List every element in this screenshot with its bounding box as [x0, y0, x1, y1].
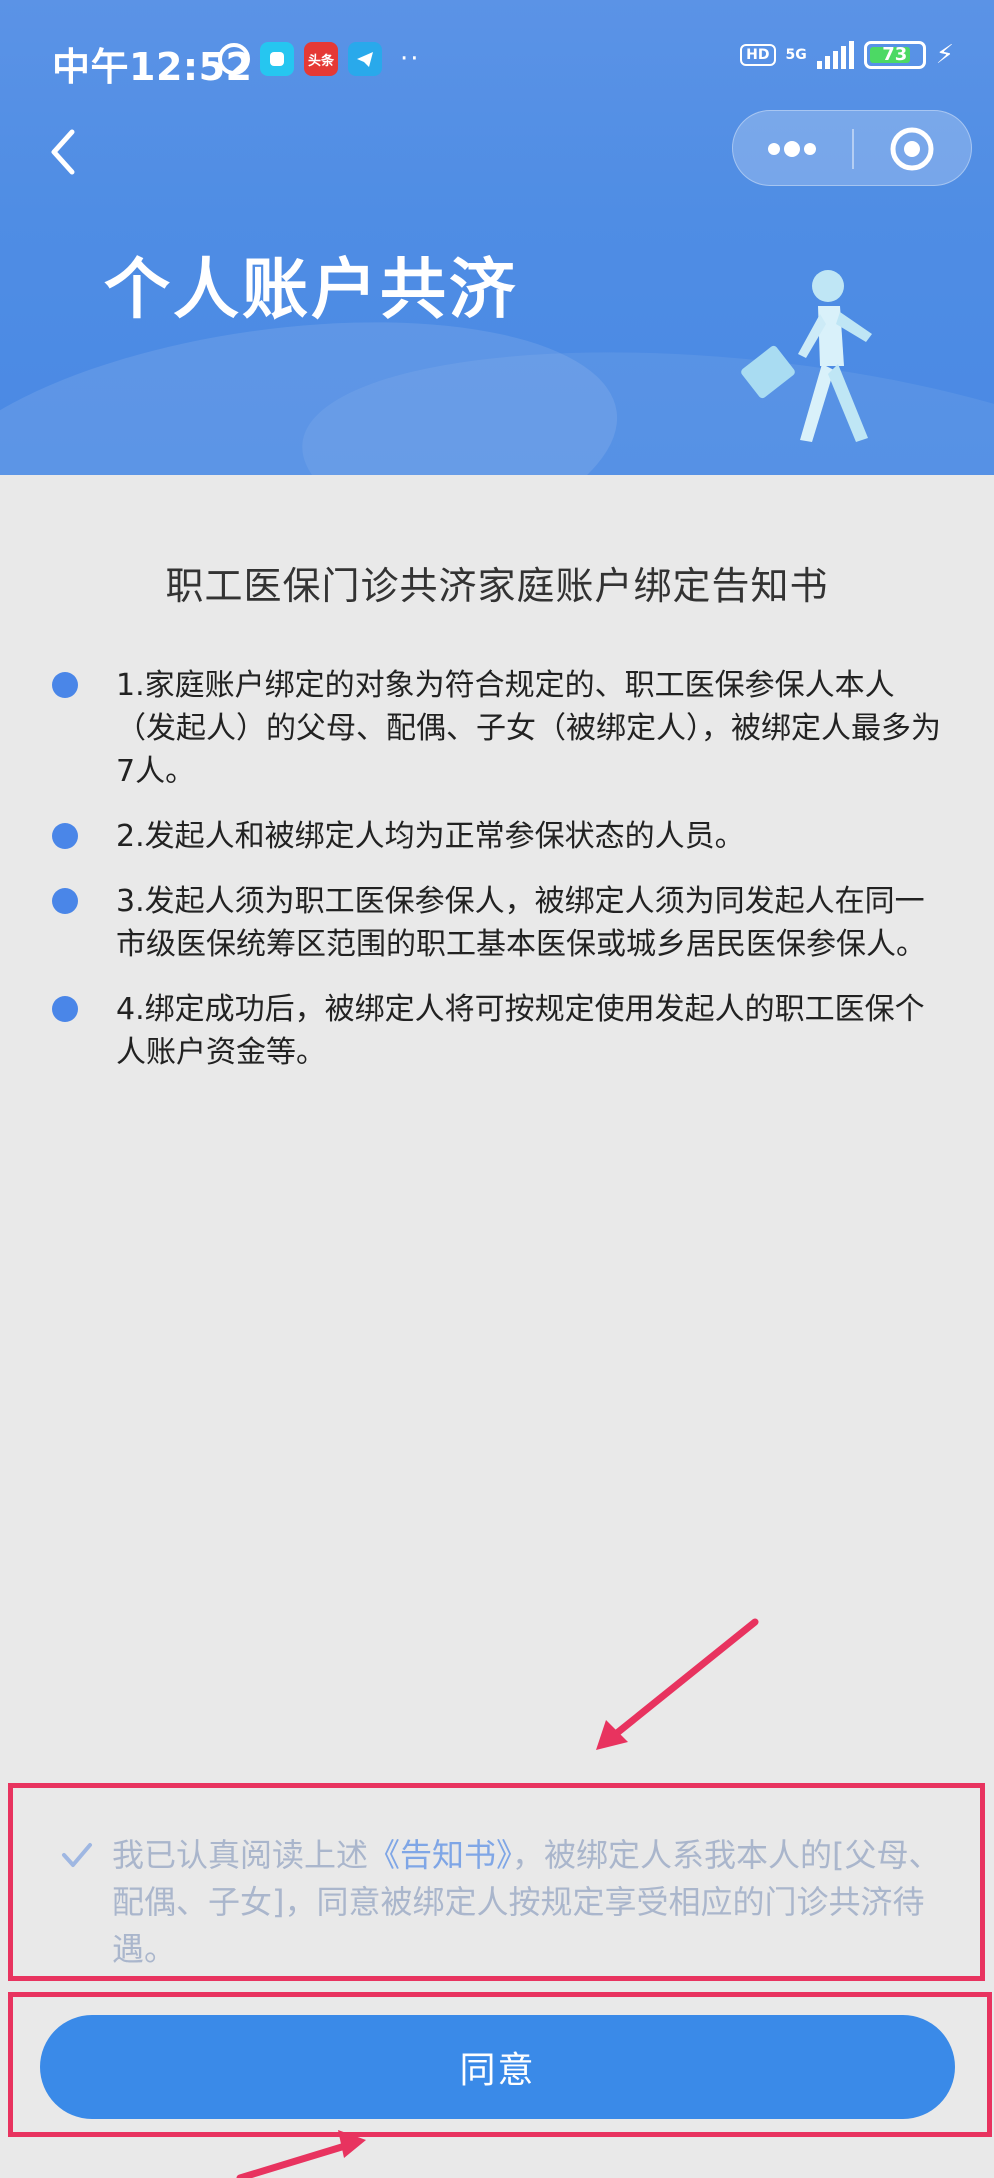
- hd-badge: HD: [740, 44, 776, 66]
- agreement-prefix: 我已认真阅读上述: [112, 1836, 369, 1874]
- check-icon[interactable]: [60, 1838, 94, 1872]
- annotation-arrow-icon: [236, 2130, 366, 2178]
- notice-item-text: 4.绑定成功后，被绑定人将可按规定使用发起人的职工医保个人账户资金等。: [116, 992, 925, 1070]
- bullet-icon: [52, 996, 78, 1022]
- telegram-icon: [348, 42, 382, 76]
- back-button[interactable]: [40, 122, 90, 182]
- mini-program-capsule: [732, 110, 972, 186]
- system-indicators: HD 5G 73 ⚡: [740, 40, 954, 70]
- notice-link[interactable]: 《告知书》: [368, 1836, 512, 1874]
- battery-level: 73: [882, 44, 908, 65]
- header-banner: 中午12:52 头条 ·· HD 5G 73 ⚡ 个人账户共济: [0, 0, 994, 475]
- agree-button[interactable]: 同意: [40, 2015, 955, 2119]
- bullet-icon: [52, 888, 78, 914]
- notification-icons: 头条 ··: [218, 38, 421, 80]
- chevron-left-icon: [51, 129, 75, 175]
- notice-list: 1.家庭账户绑定的对象为符合规定的、职工医保参保人本人（发起人）的父母、配偶、子…: [52, 664, 942, 1096]
- notice-item-text: 2.发起人和被绑定人均为正常参保状态的人员。: [116, 819, 745, 854]
- list-item: 2.发起人和被绑定人均为正常参保状态的人员。: [52, 815, 942, 858]
- network-type: 5G: [785, 47, 807, 63]
- target-close-icon: [890, 127, 934, 171]
- bullet-icon: [52, 672, 78, 698]
- more-notifications-icon: ··: [400, 44, 421, 74]
- bullet-icon: [52, 823, 78, 849]
- close-mini-program-button[interactable]: [855, 111, 973, 187]
- more-button[interactable]: [733, 111, 851, 187]
- signal-icon: [816, 41, 854, 69]
- list-item: 3.发起人须为职工医保参保人，被绑定人须为同发起人在同一市级医保统筹区范围的职工…: [52, 880, 942, 966]
- app-icon: [260, 42, 294, 76]
- annotation-arrow-icon: [596, 1618, 759, 1750]
- page-title: 个人账户共济: [104, 251, 518, 328]
- list-item: 1.家庭账户绑定的对象为符合规定的、职工医保参保人本人（发起人）的父母、配偶、子…: [52, 664, 942, 793]
- charging-icon: ⚡: [935, 40, 954, 70]
- status-bar: 中午12:52 头条 ·· HD 5G 73 ⚡: [0, 0, 994, 115]
- agreement-text: 我已认真阅读上述《告知书》，被绑定人系我本人的[父母、配偶、子女]，同意被绑定人…: [112, 1832, 942, 1973]
- notice-title: 职工医保门诊共济家庭账户绑定告知书: [165, 564, 829, 608]
- alarm-icon: [218, 43, 250, 75]
- more-dots-icon: [768, 141, 816, 157]
- notice-item-text: 3.发起人须为职工医保参保人，被绑定人须为同发起人在同一市级医保统筹区范围的职工…: [116, 884, 926, 962]
- notice-item-text: 1.家庭账户绑定的对象为符合规定的、职工医保参保人本人（发起人）的父母、配偶、子…: [116, 668, 941, 789]
- list-item: 4.绑定成功后，被绑定人将可按规定使用发起人的职工医保个人账户资金等。: [52, 988, 942, 1074]
- battery-icon: 73: [863, 41, 926, 69]
- walking-person-icon: [741, 270, 872, 442]
- capsule-divider: [852, 129, 854, 169]
- toutiao-icon: 头条: [304, 42, 338, 76]
